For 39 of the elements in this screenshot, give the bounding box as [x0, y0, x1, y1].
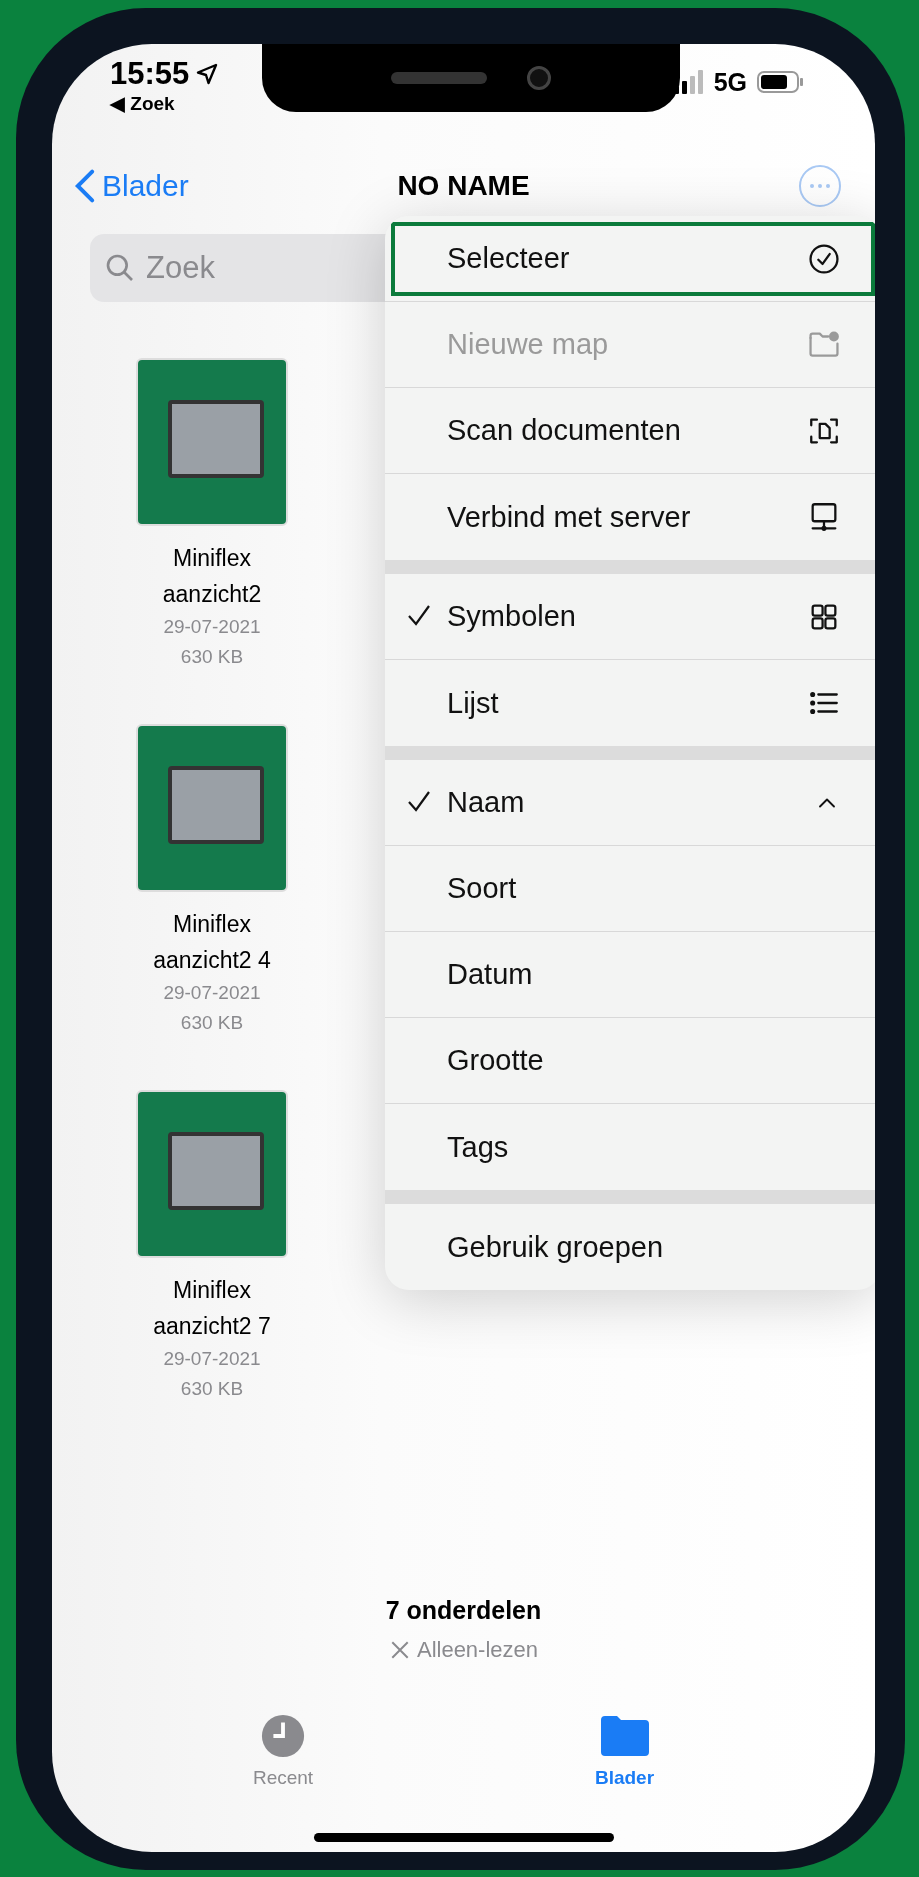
menu-item[interactable]: Lijst	[385, 660, 875, 746]
file-name: Miniflex aanzicht2 7	[152, 1276, 272, 1341]
checkmark-icon	[407, 789, 431, 812]
network-label: 5G	[713, 67, 747, 97]
file-date: 29-07-2021	[163, 1347, 261, 1371]
battery-icon	[757, 70, 805, 94]
folder-icon	[598, 1713, 651, 1759]
item-count: 7 onderdelen	[385, 1596, 542, 1625]
file-date: 29-07-2021	[163, 615, 261, 639]
menu-item[interactable]: Soort	[385, 846, 875, 932]
menu-item[interactable]: Selecteer	[385, 216, 875, 302]
file-size: 630 KB	[180, 645, 244, 669]
menu-item[interactable]: Tags	[385, 1104, 875, 1190]
menu-item[interactable]: Naam	[385, 760, 875, 846]
chevron-left-icon	[74, 168, 96, 204]
photo-placeholder[interactable]	[136, 1090, 288, 1258]
folder-title: NO NAME	[397, 170, 530, 201]
file-date: 29-07-2021	[163, 981, 261, 1005]
status-time: 15:55	[110, 56, 190, 92]
location-arrow-icon	[195, 62, 220, 86]
menu-item[interactable]: Datum	[385, 932, 875, 1018]
checkmark-icon	[407, 603, 431, 626]
menu-item[interactable]: Verbind met server	[385, 474, 875, 560]
menu-item[interactable]: Gebruik groepen	[385, 1204, 875, 1290]
menu-item[interactable]: Symbolen	[385, 574, 875, 660]
menu-item[interactable]: Grootte	[385, 1018, 875, 1104]
tab-bar-item[interactable]: Blader	[594, 1713, 655, 1833]
file-size: 630 KB	[180, 1377, 244, 1401]
photo-placeholder[interactable]	[136, 724, 288, 892]
photo-placeholder[interactable]	[136, 358, 288, 526]
file-name: Miniflex aanzicht2 4	[152, 910, 272, 975]
back-button[interactable]: Blader	[74, 168, 189, 204]
file-size: 630 KB	[180, 1011, 244, 1035]
read-only-label: Alleen-lezen	[416, 1637, 539, 1663]
back-to-app-link[interactable]: ◀ Zoek	[110, 92, 220, 115]
file-name: Miniflex aanzicht2	[161, 544, 263, 609]
checkmark-circle-icon	[807, 241, 841, 276]
clock-icon	[260, 1713, 306, 1759]
menu-item[interactable]: Scan documenten	[385, 388, 875, 474]
